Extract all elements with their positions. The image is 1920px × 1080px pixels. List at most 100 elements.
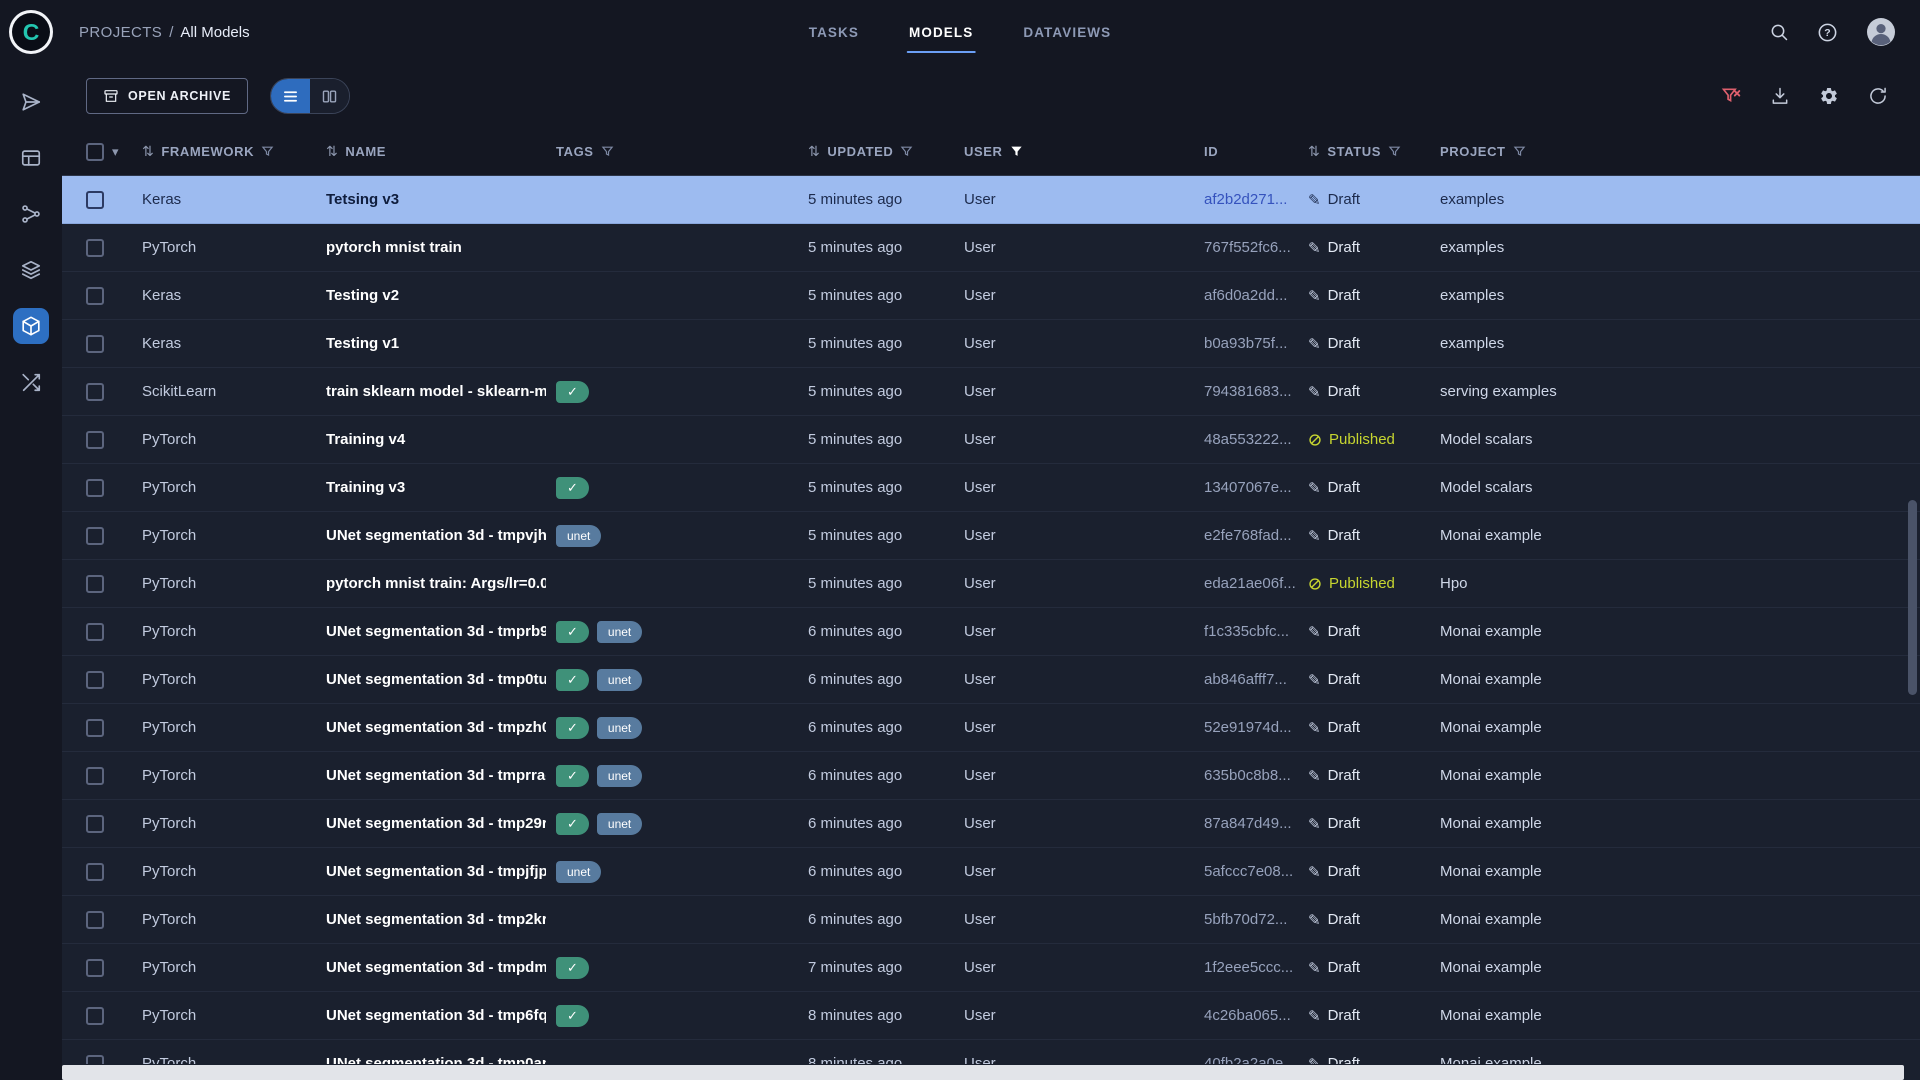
tag-unet[interactable]: unet (597, 669, 642, 691)
table-row[interactable]: PyTorchpytorch mnist train5 minutes agoU… (62, 224, 1920, 272)
model-name[interactable]: Testing v1 (316, 335, 546, 352)
model-name[interactable]: UNet segmentation 3d - tmp0ap... (316, 1055, 546, 1064)
horizontal-scrollbar[interactable] (62, 1065, 1904, 1080)
model-name[interactable]: UNet segmentation 3d - tmp29rf... (316, 815, 546, 832)
id-cell[interactable]: e2fe768fad... (1194, 527, 1298, 544)
tag-unet[interactable]: unet (597, 813, 642, 835)
model-name[interactable]: pytorch mnist train: Args/lr=0.01 (316, 575, 546, 592)
table-row[interactable]: PyTorchTraining v45 minutes agoUser48a55… (62, 416, 1920, 464)
id-cell[interactable]: eda21ae06f... (1194, 575, 1298, 592)
row-checkbox[interactable] (86, 383, 104, 401)
row-checkbox[interactable] (86, 527, 104, 545)
table-row[interactable]: ScikitLearntrain sklearn model - sklearn… (62, 368, 1920, 416)
checkmark-tag[interactable]: ✓ (556, 477, 589, 499)
column-header-name[interactable]: ⇅NAME (316, 143, 546, 160)
id-cell[interactable]: 4c26ba065... (1194, 1007, 1298, 1024)
row-checkbox[interactable] (86, 1055, 104, 1065)
row-checkbox[interactable] (86, 671, 104, 689)
sort-icon[interactable]: ⇅ (1308, 143, 1320, 160)
row-checkbox[interactable] (86, 287, 104, 305)
user-avatar[interactable] (1866, 17, 1896, 47)
filter-icon[interactable] (900, 145, 913, 158)
id-cell[interactable]: ab846afff7... (1194, 671, 1298, 688)
checkmark-tag[interactable]: ✓ (556, 957, 589, 979)
column-header-updated[interactable]: ⇅UPDATED (798, 143, 954, 160)
sort-icon[interactable]: ⇅ (142, 143, 154, 160)
tab-models[interactable]: MODELS (909, 0, 973, 64)
table-row[interactable]: KerasTetsing v35 minutes agoUseraf2b2d27… (62, 176, 1920, 224)
sort-icon[interactable]: ⇅ (808, 143, 820, 160)
id-cell[interactable]: 767f552fc6... (1194, 239, 1298, 256)
tag-unet[interactable]: unet (597, 765, 642, 787)
filter-icon[interactable] (1388, 145, 1401, 158)
card-view-button[interactable] (310, 79, 349, 113)
row-checkbox[interactable] (86, 335, 104, 353)
table-row[interactable]: PyTorchTraining v3✓5 minutes agoUser1340… (62, 464, 1920, 512)
table-row[interactable]: PyTorchUNet segmentation 3d - tmpzh0...✓… (62, 704, 1920, 752)
row-checkbox[interactable] (86, 719, 104, 737)
breadcrumb-current[interactable]: All Models (180, 24, 249, 41)
table-row[interactable]: PyTorchpytorch mnist train: Args/lr=0.01… (62, 560, 1920, 608)
sidebar-item-hyper-datasets[interactable] (13, 252, 49, 288)
model-name[interactable]: Training v3 (316, 479, 546, 496)
id-cell[interactable]: 635b0c8b8... (1194, 767, 1298, 784)
id-cell[interactable]: af2b2d271... (1194, 191, 1298, 208)
row-checkbox[interactable] (86, 815, 104, 833)
id-cell[interactable]: 13407067e... (1194, 479, 1298, 496)
column-header-id[interactable]: ID (1194, 144, 1298, 159)
row-checkbox[interactable] (86, 623, 104, 641)
table-row[interactable]: PyTorchUNet segmentation 3d - tmpjfjpv..… (62, 848, 1920, 896)
table-row[interactable]: PyTorchUNet segmentation 3d - tmp6fq0...… (62, 992, 1920, 1040)
id-cell[interactable]: 52e91974d... (1194, 719, 1298, 736)
table-row[interactable]: PyTorchUNet segmentation 3d - tmp0ap...8… (62, 1040, 1920, 1064)
row-checkbox[interactable] (86, 767, 104, 785)
open-archive-button[interactable]: OPEN ARCHIVE (86, 78, 248, 114)
checkmark-tag[interactable]: ✓ (556, 669, 589, 691)
tab-tasks[interactable]: TASKS (809, 0, 859, 64)
row-checkbox[interactable] (86, 479, 104, 497)
model-name[interactable]: UNet segmentation 3d - tmp0tu... (316, 671, 546, 688)
row-checkbox[interactable] (86, 863, 104, 881)
checkmark-tag[interactable]: ✓ (556, 621, 589, 643)
vertical-scrollbar-thumb[interactable] (1908, 500, 1917, 695)
tag-unet[interactable]: unet (556, 861, 601, 883)
clear-filters-icon[interactable] (1721, 86, 1741, 106)
model-name[interactable]: UNet segmentation 3d - tmprrae... (316, 767, 546, 784)
tag-unet[interactable]: unet (597, 621, 642, 643)
filter-icon[interactable] (1513, 145, 1526, 158)
tag-unet[interactable]: unet (556, 525, 601, 547)
search-icon[interactable] (1769, 22, 1789, 42)
filter-icon[interactable] (601, 145, 614, 158)
id-cell[interactable]: 5afccc7e08... (1194, 863, 1298, 880)
model-name[interactable]: UNet segmentation 3d - tmp6fq0... (316, 1007, 546, 1024)
id-cell[interactable]: b0a93b75f... (1194, 335, 1298, 352)
select-all-checkbox[interactable] (86, 143, 104, 161)
model-name[interactable]: UNet segmentation 3d - tmp2kr0... (316, 911, 546, 928)
checkmark-tag[interactable]: ✓ (556, 381, 589, 403)
table-row[interactable]: PyTorchUNet segmentation 3d - tmpvjhyl..… (62, 512, 1920, 560)
clearml-logo[interactable]: C (9, 10, 53, 54)
sidebar-item-datasets[interactable] (13, 140, 49, 176)
table-view-button[interactable] (271, 79, 310, 113)
tag-unet[interactable]: unet (597, 717, 642, 739)
sidebar-item-getting-started[interactable] (13, 84, 49, 120)
id-cell[interactable]: 794381683... (1194, 383, 1298, 400)
model-name[interactable]: UNet segmentation 3d - tmpvjhyl... (316, 527, 546, 544)
checkmark-tag[interactable]: ✓ (556, 765, 589, 787)
breadcrumb-projects[interactable]: PROJECTS (79, 24, 162, 41)
id-cell[interactable]: 40fb2a2a0e... (1194, 1055, 1298, 1064)
chevron-down-icon[interactable]: ▾ (112, 144, 119, 160)
model-name[interactable]: Training v4 (316, 431, 546, 448)
id-cell[interactable]: 5bfb70d72... (1194, 911, 1298, 928)
tab-dataviews[interactable]: DATAVIEWS (1023, 0, 1111, 64)
checkmark-tag[interactable]: ✓ (556, 813, 589, 835)
sidebar-item-models[interactable] (13, 308, 49, 344)
table-row[interactable]: PyTorchUNet segmentation 3d - tmprb9d...… (62, 608, 1920, 656)
table-row[interactable]: PyTorchUNet segmentation 3d - tmp29rf...… (62, 800, 1920, 848)
row-checkbox[interactable] (86, 191, 104, 209)
id-cell[interactable]: 1f2eee5ccc... (1194, 959, 1298, 976)
table-row[interactable]: KerasTesting v25 minutes agoUseraf6d0a2d… (62, 272, 1920, 320)
row-checkbox[interactable] (86, 239, 104, 257)
model-name[interactable]: Tetsing v3 (316, 191, 546, 208)
refresh-icon[interactable] (1868, 86, 1888, 106)
